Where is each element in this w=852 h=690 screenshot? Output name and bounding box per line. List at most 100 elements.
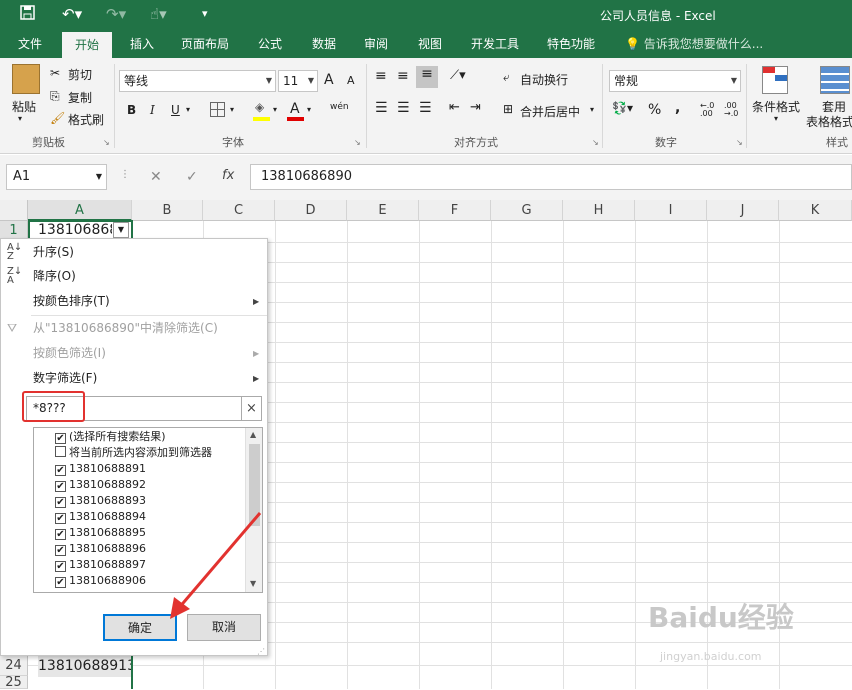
column-header[interactable]: F (419, 200, 491, 221)
grow-font-button[interactable]: A (324, 72, 334, 88)
tab-data[interactable]: 数据 (302, 30, 346, 58)
tab-page-layout[interactable]: 页面布局 (172, 30, 238, 58)
insert-function-button[interactable]: fx (222, 168, 234, 183)
clear-filter-item[interactable]: 从"13810686890"中清除筛选(C) (33, 317, 218, 339)
list-item[interactable]: ✔ 13810688893 (55, 493, 146, 509)
decrease-decimal-icon[interactable]: .00 →.0 (724, 102, 738, 118)
font-size-select[interactable]: 11 ▼ (278, 70, 318, 92)
tab-view[interactable]: 视图 (408, 30, 452, 58)
column-header[interactable]: G (491, 200, 563, 221)
redo-icon[interactable]: ↷▾ (106, 5, 126, 23)
font-color-button[interactable]: A (290, 101, 300, 117)
paste-icon[interactable] (12, 64, 40, 94)
paste-dropdown-icon[interactable]: ▾ (18, 114, 22, 123)
filter-by-color-item[interactable]: 按颜色筛选(I) (33, 342, 106, 364)
cut-button[interactable]: 剪切 (68, 66, 92, 83)
underline-button[interactable]: U (171, 103, 180, 117)
tab-home[interactable]: 开始 (62, 32, 112, 58)
percent-button[interactable]: % (648, 102, 661, 118)
cancel-icon[interactable]: ✕ (150, 169, 162, 185)
list-item[interactable]: ✔ 13810688896 (55, 541, 146, 557)
table-format-line2[interactable]: 表格格式 (806, 113, 852, 130)
conditional-dropdown-icon[interactable]: ▾ (774, 114, 778, 123)
number-launcher-icon[interactable]: ↘ (736, 138, 743, 147)
align-right-icon[interactable]: ☰ (419, 100, 432, 116)
font-name-select[interactable]: 等线 ▼ (119, 70, 276, 92)
border-dropdown-icon[interactable]: ▾ (230, 105, 234, 114)
merge-dropdown-icon[interactable]: ▾ (590, 105, 594, 114)
sort-ascending-item[interactable]: 升序(S) (33, 241, 74, 263)
italic-button[interactable]: I (150, 103, 155, 117)
phonetic-button[interactable]: wén (330, 102, 349, 112)
shrink-font-button[interactable]: A (347, 74, 355, 87)
tab-insert[interactable]: 插入 (120, 30, 164, 58)
customize-icon[interactable]: ▾ (202, 5, 208, 23)
align-bottom-icon[interactable]: ≡ (416, 66, 438, 88)
list-item[interactable]: ✔ 13810688895 (55, 525, 146, 541)
scroll-up-icon[interactable]: ▲ (250, 430, 256, 439)
increase-decimal-icon[interactable]: ←.0.00 (700, 102, 714, 118)
border-icon[interactable] (210, 102, 225, 117)
wrap-text-button[interactable]: 自动换行 (520, 71, 568, 88)
column-header[interactable]: K (779, 200, 852, 221)
save-icon[interactable] (20, 5, 35, 24)
align-top-icon[interactable]: ≡ (375, 68, 387, 84)
fill-color-icon[interactable]: ◈ (255, 100, 264, 114)
tab-features[interactable]: 特色功能 (538, 30, 604, 58)
sort-by-color-item[interactable]: 按颜色排序(T) (33, 290, 110, 312)
underline-dropdown-icon[interactable]: ▾ (186, 105, 190, 114)
list-item[interactable]: ✔ 13810688897 (55, 557, 146, 573)
alignment-launcher-icon[interactable]: ↘ (592, 138, 599, 147)
tab-formulas[interactable]: 公式 (248, 30, 292, 58)
list-item[interactable]: ✔13810688909 (55, 589, 146, 592)
decrease-indent-icon[interactable]: ⇤ (449, 100, 460, 115)
merge-center-button[interactable]: 合并后居中 (520, 103, 580, 120)
list-item[interactable]: ✔ 13810688892 (55, 477, 146, 493)
number-filter-item[interactable]: 数字筛选(F) (33, 367, 97, 389)
filter-dropdown-button[interactable]: ▼ (113, 222, 129, 238)
align-center-icon[interactable]: ☰ (397, 100, 410, 116)
font-color-dropdown-icon[interactable]: ▾ (307, 105, 311, 114)
list-item[interactable]: ✔ (选择所有搜索结果) (55, 429, 166, 445)
row-header[interactable]: 25 (0, 676, 28, 689)
number-format-select[interactable]: 常规 ▼ (609, 70, 741, 92)
column-header[interactable]: A (28, 200, 132, 221)
undo-icon[interactable]: ↶▾ (62, 5, 82, 23)
font-launcher-icon[interactable]: ↘ (354, 138, 361, 147)
conditional-format-icon[interactable] (762, 66, 788, 94)
conditional-format-button[interactable]: 条件格式 (752, 98, 800, 115)
increase-indent-icon[interactable]: ⇥ (470, 100, 481, 115)
name-box[interactable]: A1 ▼ (6, 164, 107, 190)
tab-review[interactable]: 审阅 (354, 30, 398, 58)
column-header[interactable]: J (707, 200, 779, 221)
clipboard-launcher-icon[interactable]: ↘ (103, 138, 110, 147)
list-item[interactable]: ✔ 13810688894 (55, 509, 146, 525)
tab-file[interactable]: 文件 (8, 30, 52, 58)
orientation-icon[interactable]: ⟋▾ (450, 68, 466, 83)
formula-input[interactable]: 13810686890 (250, 164, 852, 190)
enter-icon[interactable]: ✓ (186, 169, 198, 185)
column-header[interactable]: I (635, 200, 707, 221)
column-header[interactable]: E (347, 200, 419, 221)
bold-button[interactable]: B (127, 103, 136, 117)
column-header[interactable]: D (275, 200, 347, 221)
paste-button[interactable]: 粘贴 (12, 98, 36, 115)
sort-descending-item[interactable]: 降序(O) (33, 265, 76, 287)
list-item[interactable]: ✔ 13810688906 (55, 573, 146, 589)
currency-icon[interactable]: 💱▾ (612, 101, 633, 115)
comma-button[interactable]: , (675, 100, 680, 116)
format-painter-button[interactable]: 格式刷 (68, 111, 104, 128)
resize-grip-icon[interactable]: ⋰ (257, 647, 265, 656)
align-middle-icon[interactable]: ≡ (397, 68, 409, 84)
row-header[interactable]: 24 (0, 656, 28, 676)
select-all-corner[interactable] (0, 200, 28, 221)
list-item[interactable]: ✔ 13810688891 (55, 461, 146, 477)
touch-icon[interactable]: ☝▾ (150, 5, 167, 23)
tab-developer[interactable]: 开发工具 (462, 30, 528, 58)
align-left-icon[interactable]: ☰ (375, 100, 388, 116)
table-format-icon[interactable] (820, 66, 850, 94)
clear-search-button[interactable]: × (241, 397, 261, 420)
tell-me-box[interactable]: 💡 告诉我您想要做什么... (625, 30, 763, 58)
copy-button[interactable]: 复制 (68, 89, 92, 106)
cell-a24[interactable]: 13810688913 (38, 656, 132, 677)
